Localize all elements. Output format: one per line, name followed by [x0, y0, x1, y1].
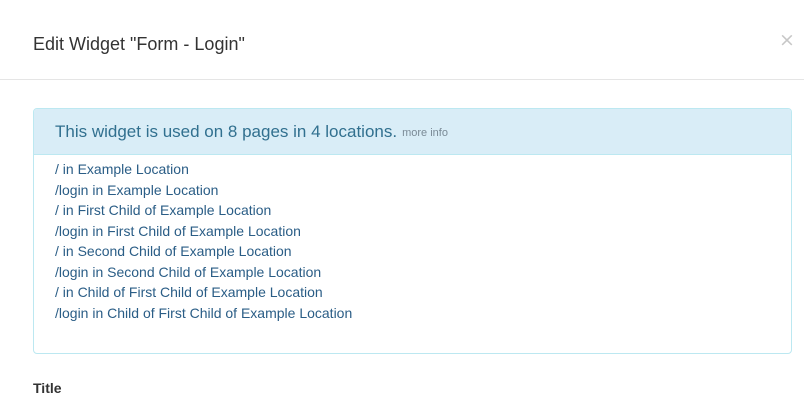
title-field-label: Title: [33, 380, 62, 396]
close-button[interactable]: ×: [779, 30, 795, 50]
usage-summary: This widget is used on 8 pages in 4 loca…: [55, 121, 398, 141]
location-link[interactable]: /login in Second Child of Example Locati…: [55, 264, 321, 280]
modal-header: Edit Widget "Form - Login" ×: [0, 0, 804, 80]
location-link[interactable]: /login in First Child of Example Locatio…: [55, 223, 301, 239]
location-link[interactable]: /login in Child of First Child of Exampl…: [55, 305, 352, 321]
location-item: /login in Second Child of Example Locati…: [55, 262, 791, 283]
modal-title: Edit Widget "Form - Login": [33, 34, 245, 54]
location-link[interactable]: / in Child of First Child of Example Loc…: [55, 284, 323, 300]
location-link[interactable]: / in Example Location: [55, 161, 189, 177]
location-list: / in Example Location /login in Example …: [34, 155, 791, 323]
edit-widget-modal: Edit Widget "Form - Login" × This widget…: [0, 0, 804, 398]
location-item: / in Example Location: [55, 159, 791, 180]
location-item: / in Second Child of Example Location: [55, 241, 791, 262]
widget-usage-panel: This widget is used on 8 pages in 4 loca…: [33, 108, 792, 354]
more-info-link[interactable]: more info: [402, 127, 448, 139]
usage-panel-heading: This widget is used on 8 pages in 4 loca…: [34, 109, 791, 155]
location-link[interactable]: /login in Example Location: [55, 182, 218, 198]
location-item: /login in Child of First Child of Exampl…: [55, 303, 791, 324]
location-item: / in First Child of Example Location: [55, 200, 791, 221]
location-item: / in Child of First Child of Example Loc…: [55, 282, 791, 303]
location-item: /login in Example Location: [55, 180, 791, 201]
location-item: /login in First Child of Example Locatio…: [55, 221, 791, 242]
location-link[interactable]: / in First Child of Example Location: [55, 202, 271, 218]
location-link[interactable]: / in Second Child of Example Location: [55, 243, 292, 259]
